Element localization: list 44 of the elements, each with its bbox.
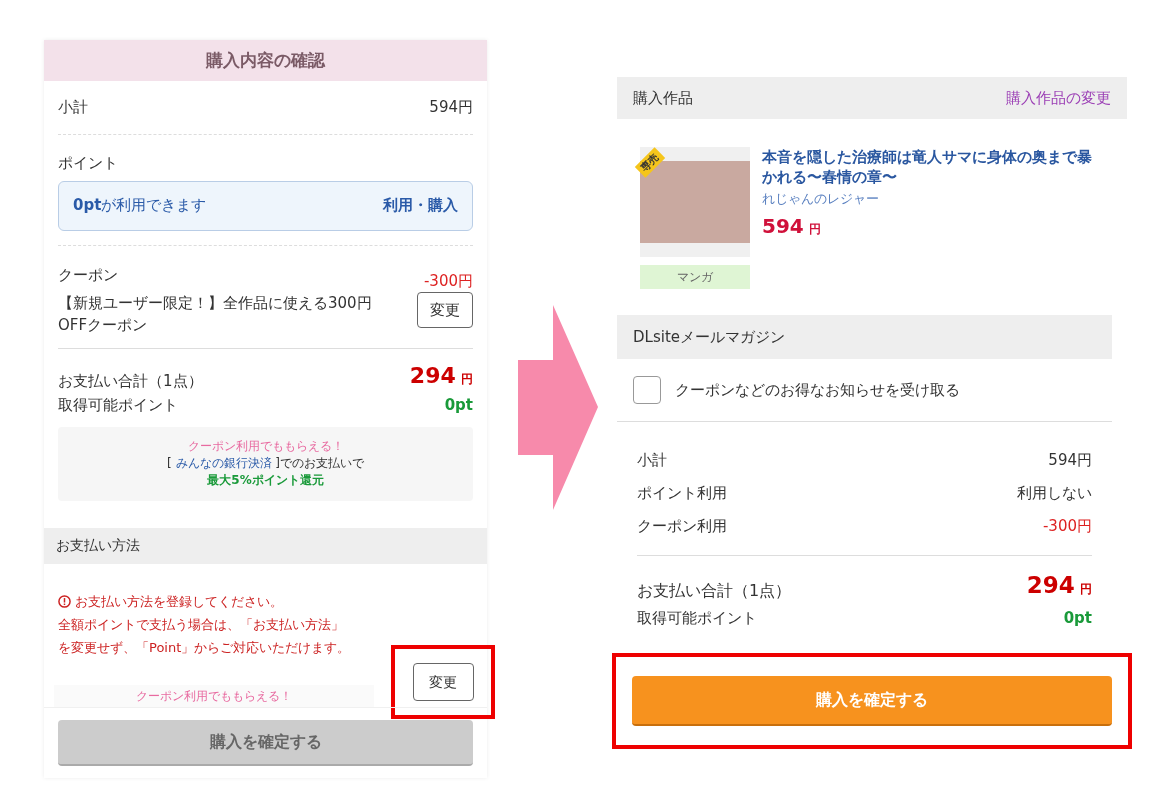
- promo-reward: 最大5%ポイント還元: [207, 472, 324, 490]
- total-amount: 294 円: [1026, 571, 1092, 600]
- total-label: お支払い合計（1点）: [637, 579, 792, 602]
- total-label: お支払い合計（1点）: [58, 370, 203, 392]
- error-icon: [58, 595, 71, 609]
- summary-value: -300円: [1042, 516, 1092, 538]
- earn-value: 0pt: [1063, 607, 1092, 629]
- coupon-name: 【新規ユーザー限定！】全作品に使える300円OFFクーポン: [58, 293, 373, 337]
- promo-headline: クーポン利用でももらえる！: [136, 688, 292, 706]
- summary-value: 594円: [1048, 450, 1092, 472]
- subtotal-label: 小計: [58, 97, 88, 119]
- section-title: DLsiteメールマガジン: [633, 326, 785, 348]
- subtotal-value: 594円: [429, 97, 473, 119]
- summary-value: 利用しない: [1017, 483, 1092, 505]
- earn-label: 取得可能ポイント: [637, 607, 757, 629]
- summary-label: 小計: [637, 450, 667, 472]
- arrow-icon: [518, 305, 598, 510]
- change-button[interactable]: 変更: [412, 663, 474, 702]
- promo-headline: クーポン利用でももらえる！: [187, 438, 344, 456]
- summary-label: ポイント利用: [637, 483, 727, 505]
- section-title: 購入作品: [633, 87, 693, 109]
- error-text: お支払い方法を登録してください。: [75, 593, 283, 612]
- coupon-label: クーポン: [58, 264, 118, 286]
- error-text: を変更せず、「Point」からご対応いただけます。: [58, 639, 351, 658]
- change-items-link[interactable]: 購入作品の変更: [1006, 86, 1111, 110]
- coupon-value: -300円: [423, 270, 473, 292]
- summary-label: クーポン利用: [637, 516, 727, 538]
- earn-value: 0pt: [444, 395, 473, 417]
- category-tag: マンガ: [640, 265, 750, 289]
- product-title: 本音を隠した治療師は竜人サマに身体の奥まで暴かれる〜春情の章〜: [762, 147, 1093, 187]
- circle-name: れじゃんのレジャー: [762, 190, 880, 208]
- promo-text: [ みんなの銀行決済 ]でのお支払いで: [167, 455, 364, 473]
- newsletter-checkbox[interactable]: [633, 376, 661, 404]
- points-label: ポイント: [58, 153, 119, 175]
- section-title: お支払い方法: [56, 536, 140, 556]
- page-title: 購入内容の確認: [206, 48, 325, 72]
- bank-link[interactable]: みんなの銀行決済: [175, 456, 272, 471]
- points-box[interactable]: 0ptが利用できます 利用・購入: [58, 180, 473, 231]
- earn-label: 取得可能ポイント: [58, 395, 178, 417]
- change-button[interactable]: 変更: [417, 292, 473, 329]
- product-price: 594 円: [762, 212, 823, 240]
- error-text: 全額ポイントで支払う場合は、「お支払い方法」: [58, 616, 344, 635]
- newsletter-label: クーポンなどのお得なお知らせを受け取る: [675, 379, 960, 401]
- total-amount: 294 円: [409, 362, 473, 391]
